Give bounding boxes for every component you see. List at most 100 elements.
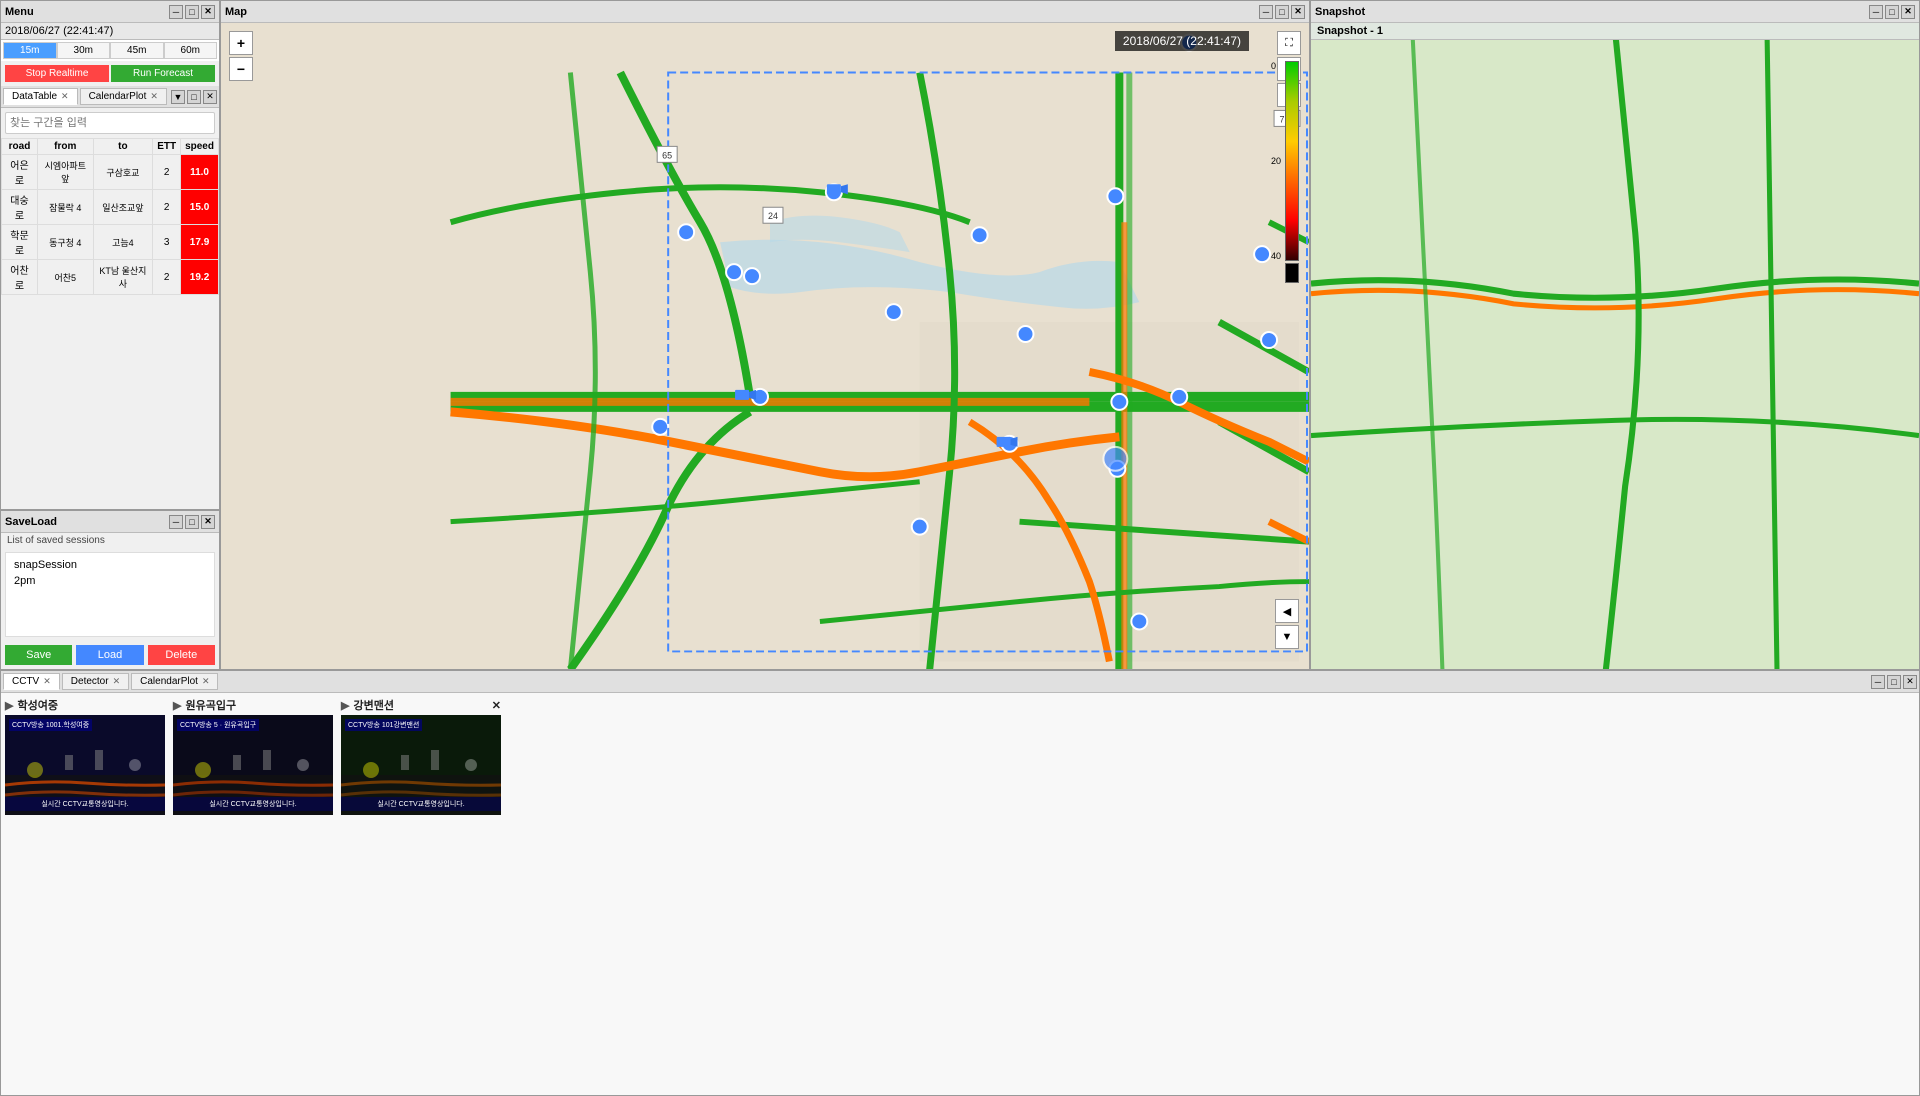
- map-maximize-btn[interactable]: □: [1275, 5, 1289, 19]
- tab-calendarplot-bottom-close[interactable]: ✕: [202, 676, 210, 687]
- menu-minimize-btn[interactable]: ─: [169, 5, 183, 19]
- zoom-in-btn[interactable]: +: [229, 31, 253, 55]
- session-item[interactable]: 2pm: [10, 573, 210, 589]
- cctv-content: ▶ 학성여중 CCTV방송 1001.학성여중 실시간 CCTV교통영상입니다.…: [1, 693, 1919, 1095]
- cell-from: 어찬5: [37, 260, 93, 295]
- map-close-btn[interactable]: ✕: [1291, 5, 1305, 19]
- col-to: to: [93, 139, 153, 155]
- tab-detector-close[interactable]: ✕: [113, 676, 121, 687]
- cctv-close-btn[interactable]: ✕: [492, 699, 501, 712]
- time-bar: 15m 30m 45m 60m: [1, 40, 219, 61]
- map-panel: Map ─ □ ✕: [220, 0, 1310, 670]
- zoom-out-btn[interactable]: −: [229, 57, 253, 81]
- cctv-item: ▶ 학성여중 CCTV방송 1001.학성여중 실시간 CCTV교통영상입니다.: [5, 697, 165, 815]
- bottom-close-btn[interactable]: ✕: [1903, 675, 1917, 689]
- tab-cctv[interactable]: CCTV ✕: [3, 673, 60, 690]
- cell-to: 일산조교앞: [93, 190, 153, 225]
- table-row: 어찬로 어찬5 KT남 울산지사 2 19.2: [2, 260, 219, 295]
- time-btn-30m[interactable]: 30m: [57, 42, 111, 59]
- nav-up-btn[interactable]: ◀: [1275, 599, 1299, 623]
- snapshot-close-btn[interactable]: ✕: [1901, 5, 1915, 19]
- tab-calendarplot-close[interactable]: ✕: [150, 91, 158, 102]
- tab-calendarplot-bottom-label: CalendarPlot: [140, 676, 198, 687]
- arrow-icon-0: ▶: [5, 699, 13, 712]
- nav-down-btn[interactable]: ▼: [1275, 625, 1299, 649]
- time-btn-45m[interactable]: 45m: [110, 42, 164, 59]
- snapshot-maximize-btn[interactable]: □: [1885, 5, 1899, 19]
- cell-ett: 2: [153, 190, 181, 225]
- cell-to: 고늠4: [93, 225, 153, 260]
- cell-from: 시엠아파트앞: [37, 155, 93, 190]
- col-road: road: [2, 139, 38, 155]
- session-list[interactable]: snapSession2pm: [5, 552, 215, 637]
- cell-speed: 15.0: [181, 190, 219, 225]
- cctv-location-2: ▶ 강변맨션 ✕: [341, 697, 501, 713]
- tab-bar-max[interactable]: □: [187, 90, 201, 104]
- cell-to: KT남 울산지사: [93, 260, 153, 295]
- cctv-video-1[interactable]: CCTV방송 5 · 원유곡입구 실시간 CCTV교통영상입니다.: [173, 715, 333, 815]
- cell-speed: 11.0: [181, 155, 219, 190]
- time-btn-15m[interactable]: 15m: [3, 42, 57, 59]
- map-minimize-btn[interactable]: ─: [1259, 5, 1273, 19]
- col-from: from: [37, 139, 93, 155]
- map-svg: 65 24 7, 3: [221, 23, 1309, 669]
- bottom-panel: CCTV ✕ Detector ✕ CalendarPlot ✕ ─ □ ✕ ▶…: [0, 670, 1920, 1096]
- tab-detector[interactable]: Detector ✕: [62, 673, 129, 690]
- tab-datatable-close[interactable]: ✕: [61, 91, 69, 102]
- cctv-video-2[interactable]: CCTV방송 101강변맨션 실시간 CCTV교통영상입니다.: [341, 715, 501, 815]
- map-title-bar: Map ─ □ ✕: [221, 1, 1309, 23]
- saveload-btns: Save Load Delete: [1, 641, 219, 669]
- tab-cctv-close[interactable]: ✕: [43, 676, 51, 687]
- bottom-min-btn[interactable]: ─: [1871, 675, 1885, 689]
- map-timestamp-overlay: 2018/06/27 (22:41:47): [1115, 31, 1249, 51]
- arrow-icon-1: ▶: [173, 699, 181, 712]
- bottom-max-btn[interactable]: □: [1887, 675, 1901, 689]
- arrow-icon-2: ▶: [341, 699, 349, 712]
- cctv-video-0[interactable]: CCTV방송 1001.학성여중 실시간 CCTV교통영상입니다.: [5, 715, 165, 815]
- session-item[interactable]: snapSession: [10, 557, 210, 573]
- saveload-maximize-btn[interactable]: □: [185, 515, 199, 529]
- fullscreen-btn[interactable]: ⛶: [1277, 31, 1301, 55]
- cctv-label-1: CCTV방송 5 · 원유곡입구: [177, 719, 259, 731]
- cctv-location-0: ▶ 학성여중: [5, 697, 165, 713]
- run-forecast-btn[interactable]: Run Forecast: [111, 65, 215, 82]
- tab-bar-min[interactable]: ▼: [171, 90, 185, 104]
- saveload-minimize-btn[interactable]: ─: [169, 515, 183, 529]
- search-container: [1, 108, 219, 138]
- menu-close-btn[interactable]: ✕: [201, 5, 215, 19]
- tab-datatable[interactable]: DataTable ✕: [3, 88, 78, 105]
- tab-calendarplot-bottom[interactable]: CalendarPlot ✕: [131, 673, 218, 690]
- cell-road: 어은로: [2, 155, 38, 190]
- map-zoom-controls: + −: [229, 31, 253, 81]
- snapshot-minimize-btn[interactable]: ─: [1869, 5, 1883, 19]
- saveload-panel: SaveLoad ─ □ ✕ List of saved sessions sn…: [0, 510, 220, 670]
- svg-text:65: 65: [662, 150, 672, 160]
- cell-ett: 2: [153, 260, 181, 295]
- menu-maximize-btn[interactable]: □: [185, 5, 199, 19]
- snapshot-mini-map: [1311, 40, 1919, 669]
- cell-speed: 19.2: [181, 260, 219, 295]
- tab-calendarplot[interactable]: CalendarPlot ✕: [80, 88, 167, 105]
- cell-road: 어찬로: [2, 260, 38, 295]
- tab-datatable-label: DataTable: [12, 91, 57, 102]
- legend-40: 40: [1271, 251, 1281, 261]
- search-input[interactable]: [5, 112, 215, 134]
- tab-detector-label: Detector: [71, 676, 109, 687]
- saveload-close-btn[interactable]: ✕: [201, 515, 215, 529]
- cell-road: 학문로: [2, 225, 38, 260]
- col-ett: ETT: [153, 139, 181, 155]
- table-row: 학문로 동구청 4 고늠4 3 17.9: [2, 225, 219, 260]
- snapshot-title-bar: Snapshot ─ □ ✕: [1311, 1, 1919, 23]
- delete-btn[interactable]: Delete: [148, 645, 215, 665]
- cell-ett: 3: [153, 225, 181, 260]
- legend-container: 0 20 40: [1285, 61, 1299, 283]
- cctv-status-2: 실시간 CCTV교통영상입니다.: [341, 797, 501, 811]
- saveload-title: SaveLoad: [5, 516, 57, 528]
- save-btn[interactable]: Save: [5, 645, 72, 665]
- tab-bar-close[interactable]: ✕: [203, 90, 217, 104]
- map-title: Map: [225, 6, 247, 18]
- table-row: 대숭로 잠물락 4 일산조교앞 2 15.0: [2, 190, 219, 225]
- stop-realtime-btn[interactable]: Stop Realtime: [5, 65, 109, 82]
- load-btn[interactable]: Load: [76, 645, 143, 665]
- time-btn-60m[interactable]: 60m: [164, 42, 218, 59]
